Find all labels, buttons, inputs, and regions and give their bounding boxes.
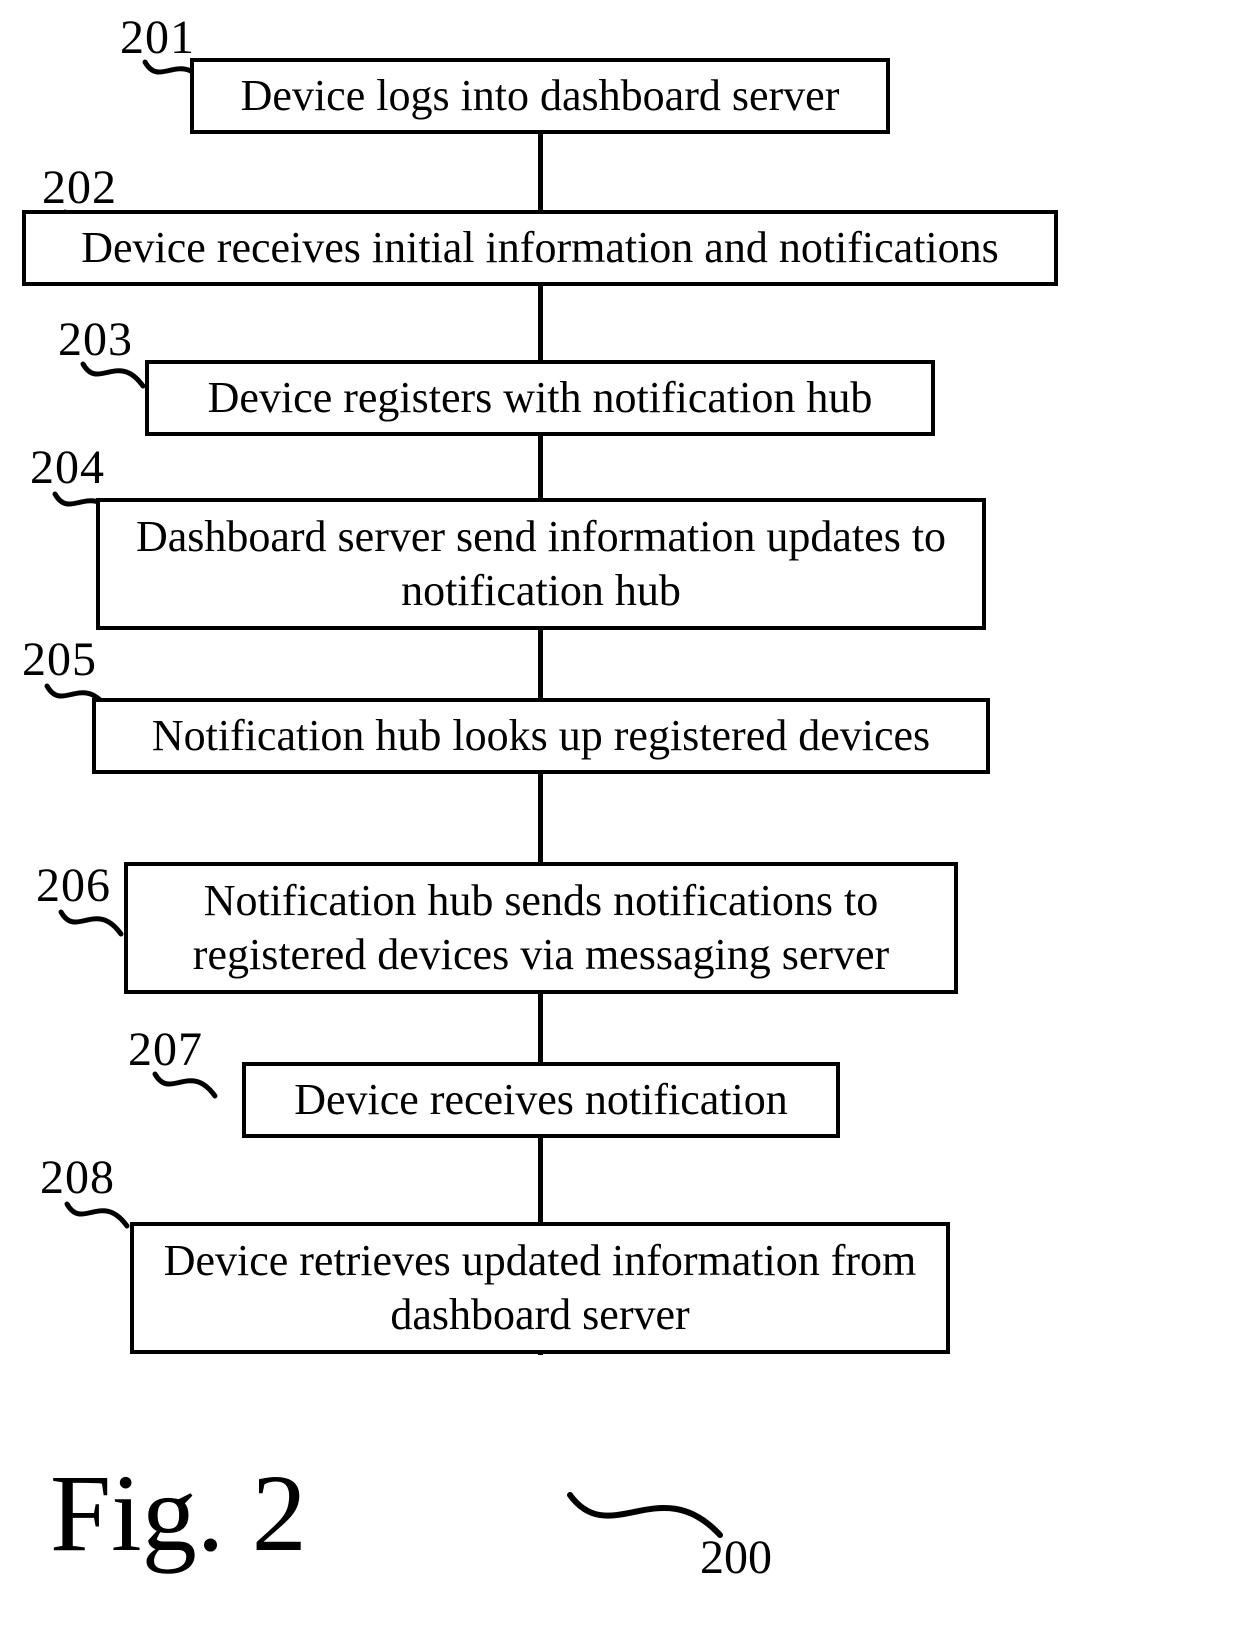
- lead-curl-207: [150, 1066, 220, 1106]
- lead-curl-203: [78, 356, 148, 396]
- step-box-202: Device receives initial information and …: [22, 210, 1058, 286]
- lead-curl-206: [56, 904, 126, 944]
- lead-curl-208: [62, 1196, 132, 1236]
- step-text: Device registers with notification hub: [208, 371, 873, 425]
- figure-ref-number: 200: [700, 1530, 772, 1585]
- step-box-203: Device registers with notification hub: [145, 360, 935, 436]
- step-box-208: Device retrieves updated information fro…: [130, 1222, 950, 1354]
- step-box-206: Notification hub sends notifications to …: [124, 862, 958, 994]
- step-text: Device receives notification: [294, 1073, 788, 1127]
- step-box-205: Notification hub looks up registered dev…: [92, 698, 990, 774]
- step-text: Device logs into dashboard server: [241, 69, 840, 123]
- step-box-207: Device receives notification: [242, 1062, 840, 1138]
- step-text: Dashboard server send information update…: [114, 510, 968, 617]
- figure-label: Fig. 2: [50, 1450, 307, 1577]
- step-text: Notification hub sends notifications to …: [142, 874, 940, 981]
- flowchart-canvas: 201 Device logs into dashboard server 20…: [0, 0, 1240, 1627]
- step-box-204: Dashboard server send information update…: [96, 498, 986, 630]
- step-text: Device retrieves updated information fro…: [148, 1234, 932, 1341]
- step-text: Notification hub looks up registered dev…: [152, 709, 930, 763]
- step-text: Device receives initial information and …: [81, 221, 999, 275]
- step-box-201: Device logs into dashboard server: [190, 58, 890, 134]
